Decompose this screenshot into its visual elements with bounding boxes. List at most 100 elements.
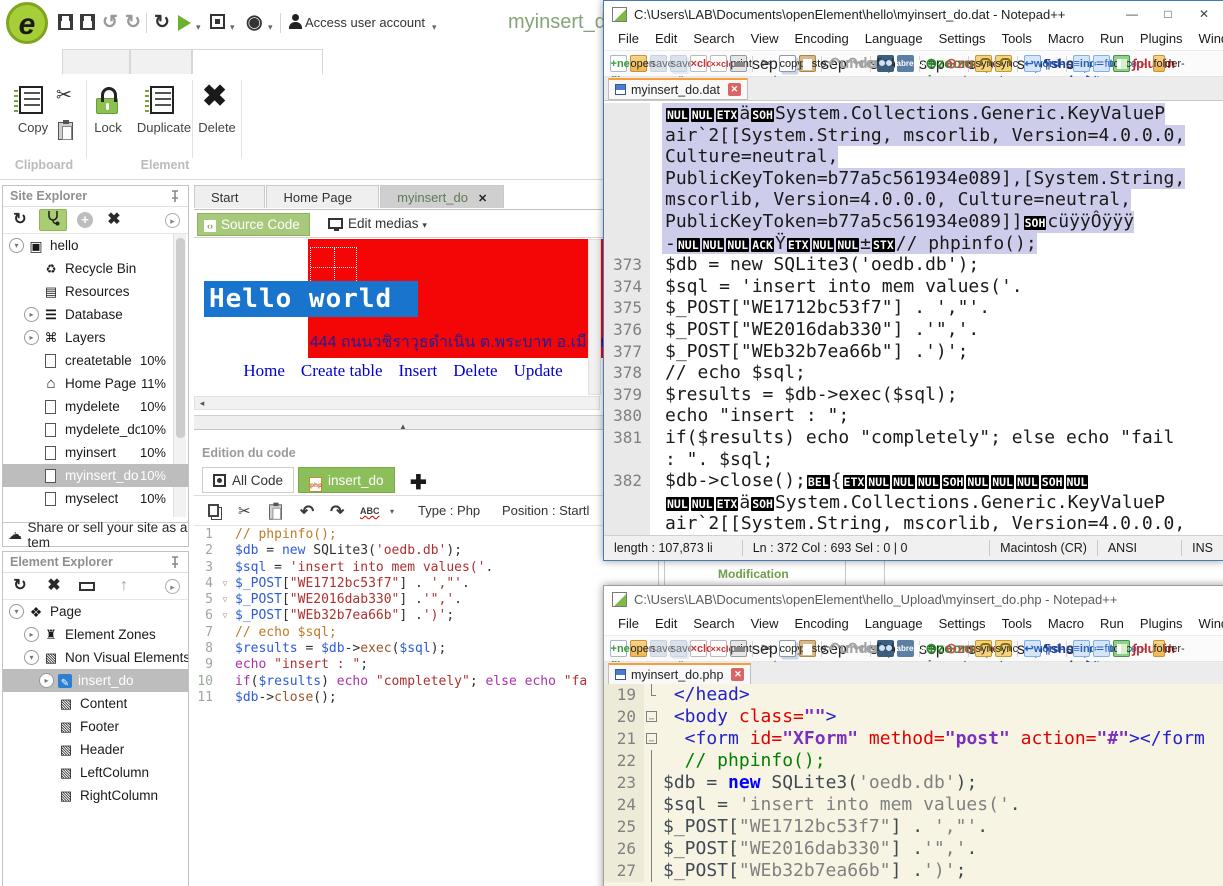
paste-icon[interactable]: paste	[799, 640, 816, 657]
file-tab[interactable]: myinsert_do.dat ✕	[608, 78, 748, 100]
redo-icon[interactable]: ↷	[330, 502, 344, 522]
sync-h-icon[interactable]: sync-h	[995, 55, 1012, 72]
code-line[interactable]: 8$results = $db->exec($sql);	[194, 641, 612, 657]
code-line[interactable]: 377$_POST["WEb32b7ea66b"] .')';	[604, 341, 1223, 363]
copy-button[interactable]: Copy	[4, 120, 62, 135]
doc-map-icon[interactable]: doc-map	[1113, 640, 1130, 657]
pin-icon[interactable]	[169, 556, 181, 569]
menu-item[interactable]: View	[743, 614, 787, 635]
replace-icon[interactable]: replace	[897, 640, 914, 657]
tab-all-code[interactable]: All Code	[202, 467, 294, 493]
folder-ws-icon[interactable]: folder-ws	[1153, 640, 1165, 657]
status-eol[interactable]: Macintosh (CR)	[990, 541, 1097, 555]
paste-icon[interactable]	[269, 504, 282, 519]
menu-item[interactable]: File	[610, 29, 647, 50]
zoom-out-icon[interactable]: zoom-out	[946, 640, 963, 657]
cut-icon[interactable]: cut	[759, 640, 776, 657]
menu-item[interactable]: File	[610, 614, 647, 635]
code-line[interactable]: 7// echo $sql;	[194, 625, 612, 641]
file-tab[interactable]: myinsert_do.php ✕	[608, 663, 751, 685]
code-line[interactable]: 25$_POST["WE1712bc53f7"] . ',"'.	[604, 816, 1223, 838]
copy-icon[interactable]: copy	[779, 55, 796, 72]
canvas-vertical-scrollbar[interactable]	[588, 239, 601, 395]
code-line[interactable]: 2$db = new SQLite3('oedb.db');	[194, 543, 612, 559]
code-line[interactable]: 21 <form id="XForm" method="post" action…	[604, 728, 1223, 750]
lock-button[interactable]: Lock	[84, 120, 132, 135]
ribbon-tab[interactable]	[192, 49, 323, 74]
rename-icon[interactable]	[79, 582, 95, 591]
maximize-button[interactable]: □	[1153, 1, 1183, 27]
element-tree-item[interactable]: ▾ Page	[3, 600, 188, 623]
diagnostic-icon[interactable]	[39, 209, 67, 231]
menu-item[interactable]: Window	[1191, 614, 1223, 635]
find-icon[interactable]: find	[877, 55, 894, 72]
open-icon[interactable]: open	[630, 55, 647, 72]
titlebar[interactable]: C:\Users\LAB\Documents\openElement\hello…	[604, 1, 1223, 29]
play-dropdown-icon[interactable]: ▾	[196, 16, 201, 38]
code-line[interactable]: 381if($results) echo "completely"; else …	[604, 427, 1223, 449]
pin-icon[interactable]	[169, 190, 181, 203]
expand-icon[interactable]: ▾	[9, 238, 24, 253]
code-line[interactable]: 24$sql = 'insert into mem values('.	[604, 794, 1223, 816]
show-symbols-icon[interactable]: show-symbols	[1044, 55, 1061, 72]
code-line[interactable]: PublicKeyToken=b77a5c561934e089],[System…	[604, 168, 1223, 190]
menu-item[interactable]: Encoding	[787, 614, 857, 635]
fold-margin[interactable]	[218, 608, 232, 624]
copy-icon[interactable]	[19, 86, 43, 114]
undo-icon[interactable]: ↺	[102, 12, 118, 34]
code-line[interactable]: 26$_POST["WE2016dab330"] .'",'.	[604, 838, 1223, 860]
code-line[interactable]: 3$sql = 'insert into mem values('.	[194, 560, 612, 576]
element-tree-item[interactable]: LeftColumn	[3, 761, 188, 784]
nav-link[interactable]: Update	[514, 361, 563, 380]
menu-item[interactable]: Window	[1191, 29, 1223, 50]
save-icon[interactable]: save	[650, 640, 667, 657]
replace-icon[interactable]: replace	[897, 55, 914, 72]
paste-icon[interactable]: paste	[799, 55, 816, 72]
titlebar[interactable]: C:\Users\LAB\Documents\openElement\hello…	[604, 586, 1223, 614]
element-tree-item[interactable]: ▾ Non Visual Elements	[3, 646, 188, 669]
expand-panel-icon[interactable]: ▸	[165, 213, 180, 228]
menu-item[interactable]: Plugins	[1132, 29, 1191, 50]
open-icon[interactable]: open	[630, 640, 647, 657]
expand-icon[interactable]: ▸	[39, 673, 54, 688]
menu-item[interactable]: Macro	[1040, 614, 1092, 635]
preview-play-icon[interactable]	[178, 15, 191, 31]
code-line[interactable]: air`2[[System.String, mscorlib, Version=…	[604, 125, 1223, 147]
undo-icon[interactable]: undo	[828, 55, 845, 72]
code-line[interactable]: PublicKeyToken=b77a5c561934e089]]SOHcüÿÿ…	[604, 211, 1223, 233]
print-icon[interactable]: print	[730, 55, 747, 72]
settings-box-icon[interactable]	[210, 14, 225, 29]
zoom-in-icon[interactable]: zoom-in	[926, 640, 943, 657]
ribbon-tab[interactable]	[62, 49, 130, 74]
expand-icon[interactable]: ▸	[24, 627, 39, 642]
code-line[interactable]: 19 </head>	[604, 684, 1223, 706]
save-all-icon[interactable]: save-all	[670, 55, 687, 72]
redo-icon[interactable]: redo	[848, 55, 865, 72]
edit-medias-button[interactable]: Edit medias ▾	[328, 214, 427, 236]
zoom-out-icon[interactable]: zoom-out	[946, 55, 963, 72]
move-up-icon[interactable]: ↑	[115, 576, 133, 596]
publish-globe-icon[interactable]: ◉	[246, 12, 263, 34]
folder-ws-icon[interactable]: folder-ws	[1153, 55, 1165, 72]
menu-item[interactable]: Settings	[931, 29, 994, 50]
menu-item[interactable]: Run	[1092, 614, 1132, 635]
refresh-icon[interactable]: ↻	[154, 12, 170, 34]
document-tab[interactable]: Start	[194, 185, 265, 208]
doc-map-icon[interactable]: doc-map	[1113, 55, 1130, 72]
expand-icon[interactable]: ▸	[24, 330, 39, 345]
element-tree-item[interactable]: Content	[3, 692, 188, 715]
close-icon[interactable]: close	[690, 640, 707, 657]
chevron-down-icon[interactable]: ▾	[390, 507, 394, 516]
site-tree-item[interactable]: myinsert_do 10%	[3, 464, 188, 487]
close-tab-icon[interactable]: ✕	[728, 83, 741, 96]
refresh-icon[interactable]: ↻	[11, 210, 29, 230]
function-list-icon[interactable]: function-list	[1093, 640, 1110, 657]
minimize-button[interactable]: —	[1117, 1, 1147, 27]
canvas-horizontal-scrollbar[interactable]: ◂	[194, 396, 600, 410]
fold-margin[interactable]	[644, 728, 660, 750]
print-icon[interactable]: print	[730, 640, 747, 657]
page-canvas[interactable]: Hello world 444 ถนนวชิราวุธดำเนิน ต.พระบ…	[194, 239, 612, 415]
scroll-left-icon[interactable]: ◂	[195, 397, 209, 409]
menu-item[interactable]: Encoding	[787, 29, 857, 50]
add-code-tab-icon[interactable]: ✚	[410, 470, 427, 495]
